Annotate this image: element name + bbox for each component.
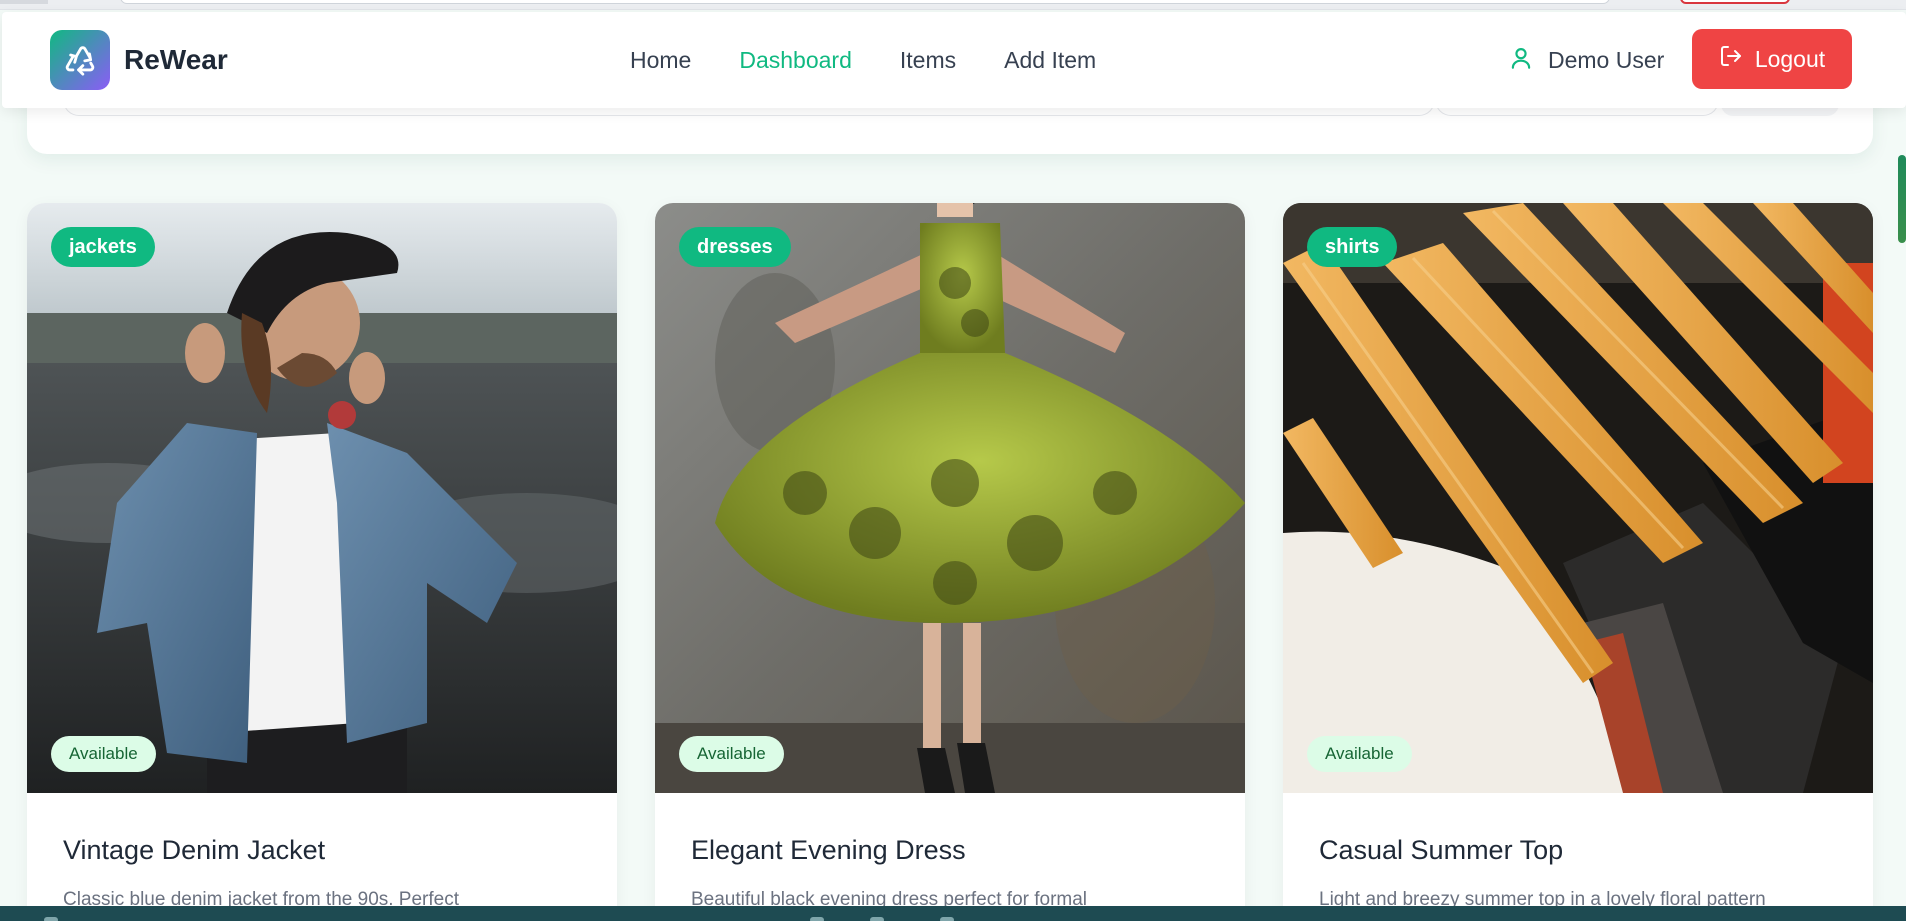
logout-icon [1719, 44, 1743, 74]
taskbar-icon[interactable] [870, 917, 884, 921]
item-card[interactable]: shirts Available Casual Summer Top Light… [1283, 203, 1873, 906]
item-title[interactable]: Casual Summer Top [1319, 835, 1563, 866]
category-tag: jackets [51, 227, 155, 267]
brand[interactable]: ReWear [50, 30, 228, 90]
scrollbar-thumb[interactable] [1898, 155, 1906, 243]
os-taskbar [0, 906, 1906, 921]
user-menu[interactable]: Demo User [1508, 12, 1664, 108]
user-name: Demo User [1548, 46, 1665, 73]
item-description: Light and breezy summer top in a lovely … [1319, 889, 1766, 906]
logout-label: Logout [1754, 45, 1826, 72]
category-tag: shirts [1307, 227, 1398, 267]
nav-add-item[interactable]: Add Item [1004, 47, 1096, 74]
item-description: Beautiful black evening dress perfect fo… [691, 889, 1088, 906]
page: jackets Available Vintage Denim Jacket C… [0, 0, 1906, 906]
browser-tab-stub [0, 0, 48, 4]
nav-dashboard[interactable]: Dashboard [739, 47, 852, 74]
taskbar-icon[interactable] [940, 917, 954, 921]
top-navbar: ReWear Home Dashboard Items Add Item Dem… [2, 12, 1906, 108]
item-title[interactable]: Vintage Denim Jacket [63, 835, 325, 866]
item-description: Classic blue denim jacket from the 90s. … [63, 889, 460, 906]
item-card[interactable]: jackets Available Vintage Denim Jacket C… [27, 203, 617, 906]
nav-items[interactable]: Items [900, 47, 956, 74]
status-badge: Available [679, 736, 784, 772]
item-photo [27, 203, 617, 793]
browser-chrome-remnant [0, 0, 1906, 10]
taskbar-icon[interactable] [44, 917, 58, 921]
user-icon [1508, 45, 1534, 76]
main-nav: Home Dashboard Items Add Item [630, 12, 1144, 108]
status-badge: Available [1307, 736, 1412, 772]
taskbar-icon[interactable] [810, 917, 824, 921]
item-photo [655, 203, 1245, 793]
category-tag: dresses [679, 227, 791, 267]
item-photo [1283, 203, 1873, 793]
item-card[interactable]: dresses Available Elegant Evening Dress … [655, 203, 1245, 906]
nav-home[interactable]: Home [630, 47, 691, 74]
recycle-icon [50, 30, 110, 90]
brand-name: ReWear [124, 44, 228, 75]
browser-button-stub[interactable] [1680, 0, 1790, 4]
logout-button[interactable]: Logout [1692, 29, 1852, 89]
status-badge: Available [51, 736, 156, 772]
address-bar[interactable] [120, 0, 1610, 4]
item-title[interactable]: Elegant Evening Dress [691, 835, 966, 866]
